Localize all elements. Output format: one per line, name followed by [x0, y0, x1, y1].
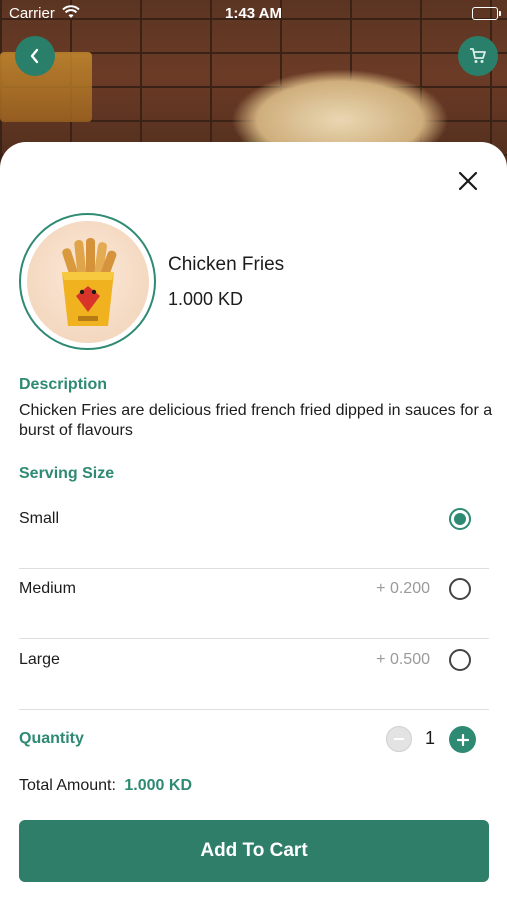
back-button[interactable] [15, 36, 55, 76]
quantity-increase-button[interactable] [449, 726, 476, 753]
serving-option-name: Large [19, 651, 60, 668]
description-heading: Description [19, 376, 108, 393]
serving-option-name: Small [19, 510, 60, 527]
radio-button[interactable] [449, 649, 471, 671]
product-image-frame [19, 213, 156, 350]
cart-button[interactable] [458, 36, 498, 76]
quantity-heading: Quantity [19, 730, 84, 747]
product-name: Chicken Fries [168, 254, 285, 275]
total-amount-label: Total Amount: [19, 777, 116, 794]
serving-option-medium[interactable]: Medium + 0.200 [19, 569, 489, 639]
battery-icon [472, 7, 501, 20]
product-price: 1.000 KD [168, 289, 244, 309]
status-time: 1:43 AM [225, 5, 282, 22]
status-bar: Carrier 1:43 AM [0, 0, 507, 28]
chevron-left-icon [30, 48, 39, 64]
serving-option-name: Medium [19, 580, 76, 597]
radio-button[interactable] [449, 578, 471, 600]
radio-button-selected[interactable] [449, 508, 471, 530]
plus-icon [456, 733, 469, 746]
cart-icon [470, 48, 486, 63]
quantity-value: 1 [424, 728, 435, 748]
total-amount-row: Total Amount: 1.000 KD [19, 777, 192, 795]
quantity-decrease-button[interactable] [386, 726, 412, 752]
add-to-cart-button[interactable]: Add To Cart [19, 820, 489, 882]
serving-option-large[interactable]: Large + 0.500 [19, 640, 489, 710]
fries-box-icon [61, 238, 116, 326]
close-icon [458, 171, 478, 191]
minus-icon [394, 738, 404, 740]
total-amount-value: 1.000 KD [124, 777, 192, 794]
serving-option-price: + 0.500 [376, 651, 430, 668]
close-button[interactable] [455, 168, 481, 194]
serving-size-heading: Serving Size [19, 465, 115, 482]
serving-option-price: + 0.200 [376, 580, 430, 597]
serving-option-small[interactable]: Small [19, 499, 489, 569]
description-text: Chicken Fries are delicious fried french… [19, 402, 493, 439]
